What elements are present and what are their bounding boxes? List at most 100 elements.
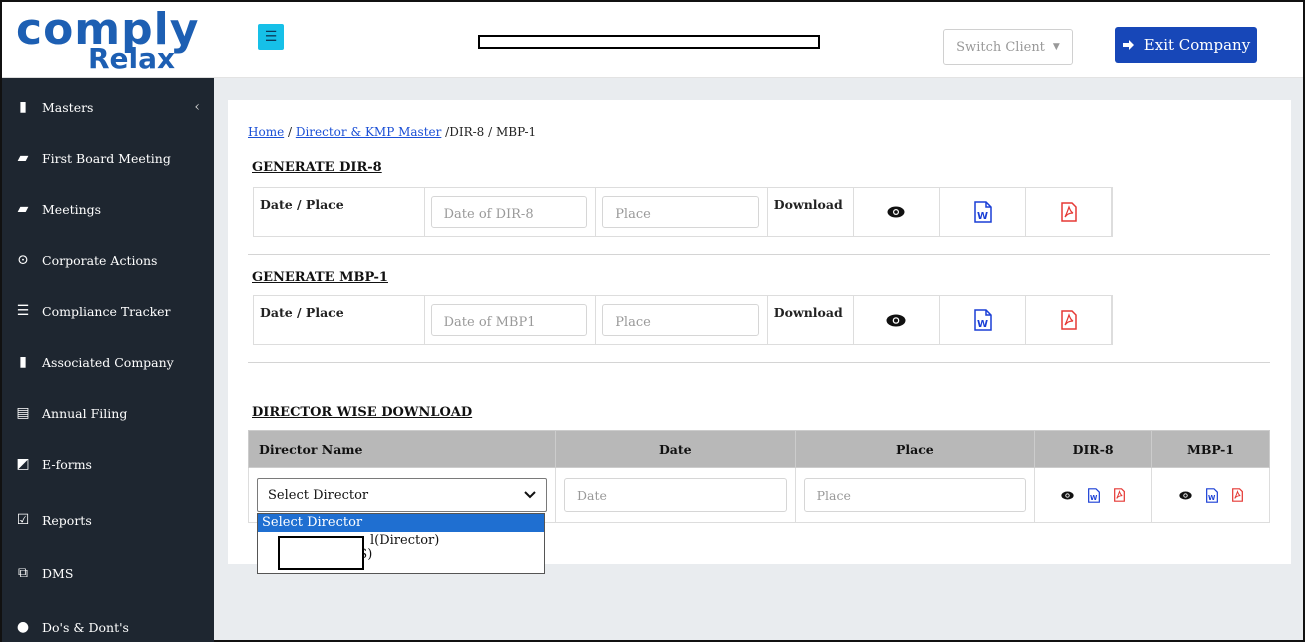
- breadcrumb-master-link[interactable]: Director & KMP Master: [296, 125, 442, 139]
- dir8-actions-cell: W: [1034, 467, 1153, 523]
- mbp1-word-cell: W: [940, 296, 1027, 344]
- dir8-generate-row: Date / Place Date of DIR-8 Place Downloa…: [253, 187, 1113, 237]
- date-cell: Date: [555, 467, 796, 523]
- briefcase-icon: ▰: [17, 201, 29, 217]
- svg-text:W: W: [1090, 494, 1098, 502]
- exit-company-label: Exit Company: [1143, 36, 1251, 54]
- logo: comply Relax: [2, 2, 214, 78]
- briefcase-icon: ▰: [17, 150, 29, 166]
- word-file-icon[interactable]: W: [974, 309, 992, 331]
- table-header-row: Director Name Date Place DIR-8 MBP-1: [248, 430, 1270, 468]
- col-date: Date: [555, 430, 796, 468]
- eye-icon[interactable]: [1061, 491, 1074, 500]
- col-director-name: Director Name: [248, 430, 556, 468]
- check-square-icon: ☑: [16, 512, 30, 528]
- word-file-icon[interactable]: W: [1088, 487, 1101, 503]
- mbp1-generate-row: Date / Place Date of MBP1 Place Download…: [253, 295, 1113, 345]
- switch-client-label: Switch Client: [956, 39, 1045, 55]
- mbp1-view-cell: [854, 296, 941, 344]
- sidebar-item-annual-filing[interactable]: ▤ Annual Filing: [2, 393, 214, 433]
- switch-client-dropdown[interactable]: Switch Client ▼: [943, 29, 1073, 65]
- svg-text:W: W: [977, 319, 988, 330]
- sidebar-item-label: First Board Meeting: [42, 150, 171, 166]
- pdf-file-icon[interactable]: [1231, 488, 1243, 502]
- dir8-place-input[interactable]: Place: [602, 196, 759, 228]
- building-icon: ▮: [19, 99, 27, 115]
- pdf-file-icon[interactable]: [1060, 202, 1077, 222]
- eye-icon[interactable]: [1178, 491, 1192, 500]
- redacted-option-text: [278, 536, 364, 570]
- eye-icon[interactable]: [887, 206, 905, 218]
- director-date-input[interactable]: Date: [564, 478, 787, 512]
- word-file-icon[interactable]: W: [1205, 487, 1218, 503]
- dropdown-option[interactable]: Select Director: [258, 514, 544, 532]
- topbar: ☰ Switch Client ▼ Exit Company: [214, 2, 1303, 78]
- eye-icon[interactable]: [886, 314, 906, 327]
- section-divider: [248, 254, 1270, 255]
- sidebar-item-label: Meetings: [42, 201, 102, 217]
- mbp1-date-input[interactable]: Date of MBP1: [430, 304, 588, 336]
- copy-icon: ⧉: [18, 565, 28, 581]
- dir8-word-cell: W: [940, 188, 1027, 236]
- svg-text:W: W: [977, 211, 988, 222]
- menu-toggle-button[interactable]: ☰: [258, 24, 284, 50]
- col-mbp1: MBP-1: [1151, 430, 1270, 468]
- sidebar-item-reports[interactable]: ☑ Reports: [2, 500, 214, 540]
- content-card: Home / Director & KMP Master /DIR-8 / MB…: [228, 100, 1291, 564]
- sidebar-item-associated-company[interactable]: ▮ Associated Company: [2, 342, 214, 382]
- exit-company-button[interactable]: Exit Company: [1115, 27, 1257, 63]
- pdf-file-icon[interactable]: [1114, 488, 1126, 502]
- director-place-input[interactable]: Place: [803, 478, 1027, 512]
- director-select-value: Select Director: [268, 487, 369, 503]
- chevron-left-icon: ‹: [194, 99, 200, 115]
- sidebar-item-e-forms[interactable]: ◩ E-forms: [2, 444, 214, 484]
- download-label: Download: [773, 305, 843, 320]
- list-icon: ☰: [16, 303, 30, 319]
- sidebar-item-dms[interactable]: ⧉ DMS: [2, 553, 214, 593]
- logo-subtext: Relax: [88, 42, 176, 75]
- dir8-view-cell: [854, 188, 941, 236]
- file-icon: ▤: [16, 405, 30, 421]
- mbp1-place-input[interactable]: Place: [602, 304, 759, 336]
- mbp1-actions-cell: W: [1151, 467, 1270, 523]
- chevron-down-icon: [524, 491, 536, 499]
- dir8-place-cell: Place: [596, 188, 768, 236]
- director-wise-table: Director Name Date Place DIR-8 MBP-1 Sel…: [248, 430, 1270, 523]
- sidebar-item-meetings[interactable]: ▰ Meetings: [2, 189, 214, 229]
- sidebar-item-first-board-meeting[interactable]: ▰ First Board Meeting: [2, 138, 214, 178]
- director-select[interactable]: Select Director: [257, 478, 547, 512]
- dir8-pdf-cell: [1026, 188, 1112, 236]
- word-file-icon[interactable]: W: [974, 201, 992, 223]
- sidebar-item-masters[interactable]: ▮ Masters ‹: [2, 87, 214, 127]
- exclamation-circle-icon: ●: [16, 619, 30, 635]
- svg-text:W: W: [1208, 494, 1216, 502]
- generate-mbp1-title: GENERATE MBP-1: [252, 270, 388, 285]
- sidebar-item-label: Do's & Dont's: [42, 619, 129, 635]
- sidebar-item-label: E-forms: [42, 456, 92, 472]
- sign-out-icon: [1122, 38, 1136, 52]
- sidebar-item-label: Corporate Actions: [42, 252, 158, 268]
- breadcrumb: Home / Director & KMP Master /DIR-8 / MB…: [248, 125, 537, 139]
- col-dir8: DIR-8: [1034, 430, 1153, 468]
- date-place-label: Date / Place: [260, 197, 344, 212]
- dir8-date-input[interactable]: Date of DIR-8: [430, 196, 588, 228]
- pdf-file-icon[interactable]: [1060, 310, 1077, 330]
- download-label: Download: [773, 197, 843, 212]
- col-place: Place: [794, 430, 1036, 468]
- mbp1-label-cell: Date / Place: [254, 296, 425, 344]
- dir8-download-cell: Download: [768, 188, 854, 236]
- sidebar-item-corporate-actions[interactable]: ⊙ Corporate Actions: [2, 240, 214, 280]
- dir8-date-cell: Date of DIR-8: [425, 188, 597, 236]
- building-icon: ▮: [19, 354, 27, 370]
- sidebar-item-compliance-tracker[interactable]: ☰ Compliance Tracker: [2, 291, 214, 331]
- director-wise-title: DIRECTOR WISE DOWNLOAD: [252, 405, 473, 420]
- breadcrumb-current: /DIR-8 / MBP-1: [441, 125, 537, 139]
- generate-dir8-title: GENERATE DIR-8: [252, 160, 382, 175]
- sidebar-item-dos-donts[interactable]: ● Do's & Dont's: [2, 607, 214, 642]
- section-divider: [248, 362, 1270, 363]
- sidebar-item-label: Reports: [42, 512, 92, 528]
- caret-down-icon: ▼: [1052, 42, 1060, 52]
- dir8-label-cell: Date / Place: [254, 188, 425, 236]
- breadcrumb-home-link[interactable]: Home: [248, 125, 284, 139]
- mbp1-date-cell: Date of MBP1: [425, 296, 597, 344]
